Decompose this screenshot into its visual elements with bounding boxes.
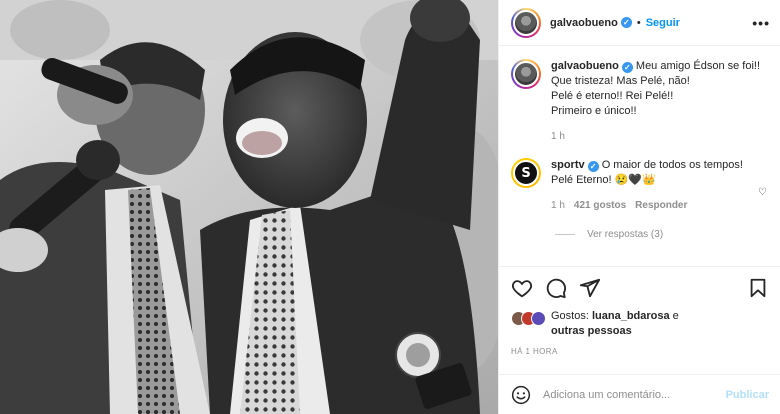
likes-summary: Gostos: luana_bdarosa e outras pessoas: [511, 309, 771, 339]
verified-badge-icon: ✓: [621, 62, 633, 73]
likes-prefix: Gostos:: [551, 310, 589, 322]
more-options-icon[interactable]: •••: [752, 15, 770, 31]
bookmark-icon[interactable]: [747, 277, 769, 299]
comment-input[interactable]: [543, 388, 726, 401]
emoji-icon[interactable]: [511, 385, 531, 405]
comment-author[interactable]: sportv: [551, 159, 585, 171]
post-side-panel: galvaobueno ✓ • Seguir ••• galvaobueno ✓ …: [498, 0, 780, 414]
reply-button[interactable]: Responder: [635, 198, 687, 213]
instagram-post-modal: galvaobueno ✓ • Seguir ••• galvaobueno ✓ …: [0, 0, 780, 414]
heart-icon[interactable]: [511, 277, 533, 299]
post-actions: [499, 266, 780, 308]
view-replies-button[interactable]: Ver respostas (3): [555, 229, 780, 240]
author-avatar[interactable]: [511, 7, 541, 38]
comment-text-block: sportv ✓ O maior de todos os tempos! Pelé…: [551, 158, 751, 188]
post-photo[interactable]: [0, 0, 498, 414]
publish-button[interactable]: Publicar: [726, 389, 769, 401]
comment-likes[interactable]: 421 gostos: [574, 198, 626, 213]
share-icon[interactable]: [579, 277, 601, 299]
other-likers-link[interactable]: outras pessoas: [551, 325, 632, 337]
view-replies-label: Ver respostas (3): [587, 229, 664, 240]
liker-username[interactable]: luana_bdarosa: [592, 310, 670, 322]
post-timestamp[interactable]: HÁ 1 HORA: [511, 347, 558, 356]
liker-avatar[interactable]: [531, 311, 546, 326]
likes-text: Gostos: luana_bdarosa e outras pessoas: [551, 309, 679, 339]
liker-avatars: [511, 311, 546, 326]
comment-like-heart-icon[interactable]: ♡: [758, 187, 767, 198]
separator-dot: •: [636, 16, 641, 29]
comments-list[interactable]: galvaobueno ✓ Meu amigo Édson se foi!! Qu…: [499, 47, 780, 266]
author-username[interactable]: galvaobueno: [550, 17, 618, 29]
caption-time[interactable]: 1 h: [551, 129, 565, 144]
photo-illustration: [0, 0, 498, 414]
follow-button[interactable]: Seguir: [646, 17, 680, 29]
verified-badge-icon: ✓: [620, 17, 632, 28]
post-header: galvaobueno ✓ • Seguir •••: [499, 0, 780, 46]
replies-divider: [555, 234, 575, 235]
caption-author[interactable]: galvaobueno: [551, 60, 619, 72]
caption: galvaobueno ✓ Meu amigo Édson se foi!! Qu…: [499, 47, 780, 144]
comment-time[interactable]: 1 h: [551, 198, 565, 213]
verified-badge-icon: ✓: [587, 161, 599, 172]
likes-suffix: e: [672, 310, 679, 322]
caption-author-avatar[interactable]: [511, 59, 541, 89]
caption-text-block: galvaobueno ✓ Meu amigo Édson se foi!! Qu…: [551, 59, 769, 119]
comment-icon[interactable]: [545, 277, 567, 299]
add-comment-bar: Publicar: [499, 374, 780, 414]
sportv-avatar[interactable]: S: [511, 158, 541, 188]
comment-item: S sportv ✓ O maior de todos os tempos! Pe…: [499, 144, 780, 213]
